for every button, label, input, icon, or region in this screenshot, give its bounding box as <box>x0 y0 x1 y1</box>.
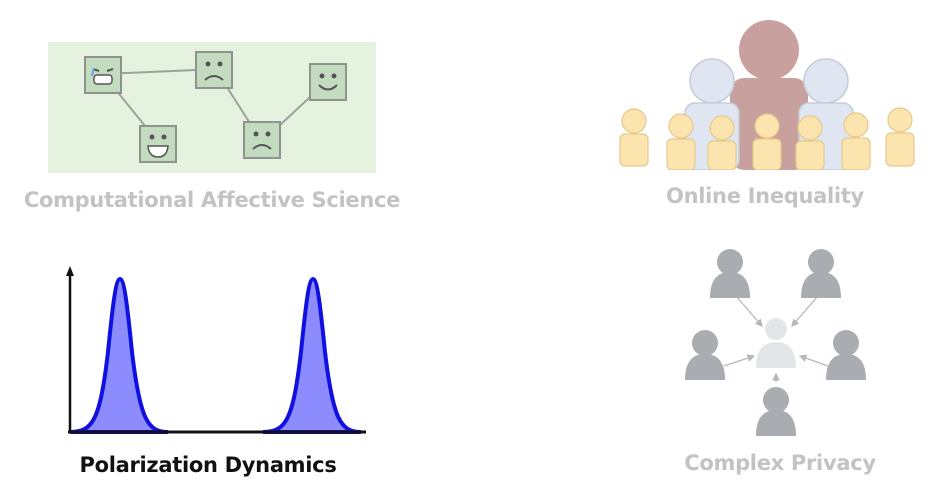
sad-face-icon <box>195 51 233 89</box>
smiley-face-icon <box>309 63 347 101</box>
y-axis-arrow <box>66 266 74 276</box>
online-inequality-illustration <box>612 18 922 170</box>
caption-polarization-dynamics[interactable]: Polarization Dynamics <box>48 453 368 477</box>
caption-online-inequality[interactable]: Online Inequality <box>630 184 900 208</box>
small-person-icon <box>841 112 871 170</box>
polarization-illustration <box>58 262 370 437</box>
person-icon <box>756 387 796 436</box>
caption-affective-science[interactable]: Computational Affective Science <box>20 188 404 212</box>
person-icon <box>685 330 725 380</box>
small-person-icon <box>707 115 737 170</box>
left-distribution-peak <box>69 276 169 434</box>
laughing-face-icon <box>139 125 177 163</box>
right-distribution-peak <box>262 276 362 434</box>
person-icon <box>801 249 841 298</box>
small-person-icon <box>666 113 696 170</box>
person-icon <box>826 330 866 380</box>
caption-complex-privacy[interactable]: Complex Privacy <box>650 451 910 475</box>
small-person-icon <box>619 108 649 167</box>
person-icon <box>710 249 750 298</box>
crying-face-icon <box>84 56 122 94</box>
small-person-icon <box>795 115 825 170</box>
frown-face-icon <box>243 121 281 159</box>
small-person-icon <box>752 113 782 170</box>
affective-science-illustration <box>48 42 376 173</box>
complex-privacy-illustration <box>678 240 874 440</box>
small-person-icon <box>885 107 915 167</box>
